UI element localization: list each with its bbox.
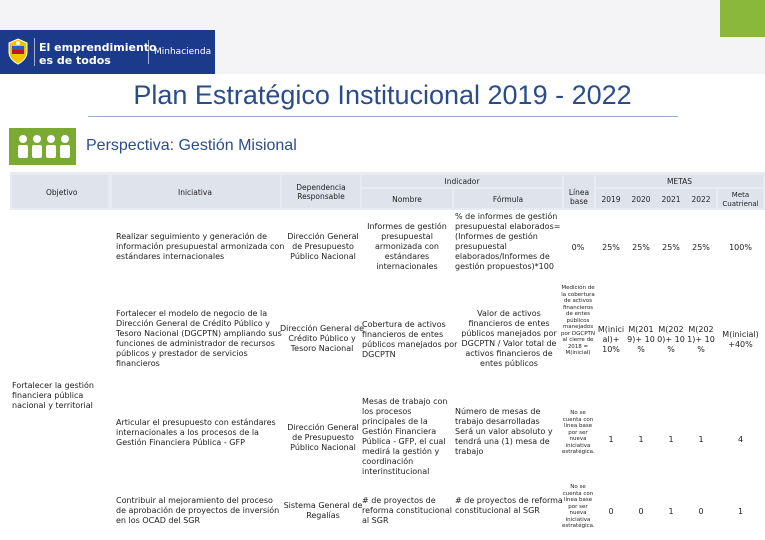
- brand-slogan-line1: El emprendimiento: [39, 41, 157, 54]
- row2-meta-2022: M(202 1)+ 10 %: [687, 325, 715, 354]
- header-objetivo: Objetivo: [46, 188, 78, 197]
- row2-meta-2020: M(201 9)+ 10 %: [627, 325, 655, 354]
- row1-iniciativa: Realizar seguimiento y generación de inf…: [116, 232, 285, 261]
- brand-slogan-line2: es de todos: [39, 54, 111, 67]
- perspective-title: Perspectiva: Gestión Misional: [86, 137, 297, 154]
- title-underline: [88, 116, 678, 117]
- header-indicador: Indicador: [444, 177, 480, 186]
- header-year-2020: 2020: [631, 195, 651, 204]
- row1-linea-base: 0%: [571, 243, 585, 252]
- header-year-2021: 2021: [661, 195, 681, 204]
- row4-formula: # de proyectos de reforma constitucional…: [455, 496, 563, 515]
- page-title: Plan Estratégico Institucional 2019 - 20…: [133, 80, 632, 110]
- row4-cuatrienal: 1: [737, 507, 744, 516]
- row3-cuatrienal: 4: [737, 435, 744, 444]
- row3-nombre: Mesas de trabajo con los procesos princi…: [362, 397, 448, 476]
- header-linea-base: Línea base: [568, 188, 590, 206]
- row1-meta-2019: 25%: [602, 243, 620, 252]
- header-nombre: Nombre: [392, 195, 422, 204]
- row4-nombre: # de proyectos de reforma constitucional…: [362, 496, 452, 525]
- row3-meta-2019: 1: [608, 435, 614, 444]
- row3-meta-2022: 1: [698, 435, 704, 444]
- row1-nombre: Informes de gestión presupuestal armoniz…: [367, 222, 447, 271]
- row2-iniciativa: Fortalecer el modelo de negocio de la Di…: [116, 309, 282, 368]
- row2-cuatrienal: M(inicial) +40%: [722, 330, 759, 349]
- row1-meta-2020: 25%: [632, 243, 650, 252]
- colombia-coat-of-arms-icon: [8, 38, 28, 65]
- brand-divider-2: [148, 40, 149, 64]
- row4-meta-2019: 0: [608, 507, 614, 516]
- header-iniciativa: Iniciativa: [178, 188, 212, 197]
- row4-meta-2021: 1: [668, 507, 674, 516]
- row4-meta-2020: 0: [638, 507, 644, 516]
- row3-formula: Número de mesas de trabajo desarrolladas…: [455, 407, 553, 456]
- row4-iniciativa: Contribuir al mejoramiento del proceso d…: [116, 496, 280, 525]
- row1-meta-2021: 25%: [662, 243, 680, 252]
- header-formula: Fórmula: [492, 195, 524, 204]
- row1-cuatrienal: 100%: [729, 243, 752, 252]
- row4-dependencia: Sistema General de Regalías: [283, 501, 363, 520]
- row2-meta-2021: M(202 0)+ 10 %: [657, 325, 685, 354]
- row2-linea-base: Medición de la cobertura de activos fina…: [561, 285, 595, 356]
- objetivo-cell: Fortalecer la gestión financiera pública…: [12, 381, 94, 410]
- row4-meta-2022: 0: [698, 507, 704, 516]
- header-dependencia: Dependencia Responsable: [296, 183, 346, 201]
- row3-linea-base: No se cuenta con línea base por ser nuev…: [562, 410, 595, 455]
- accent-square: [720, 0, 765, 37]
- people-group-icon: [18, 135, 70, 158]
- row1-dependencia: Dirección General de Presupuesto Público…: [287, 232, 359, 261]
- header-year-2019: 2019: [601, 195, 621, 204]
- row2-formula: Valor de activos financieros de entes pú…: [461, 309, 557, 368]
- header-meta-cuatrienal: Meta Cuatrienal: [722, 191, 759, 208]
- row1-formula: % de informes de gestión presupuestal el…: [455, 212, 561, 271]
- header-metas: METAS: [666, 177, 693, 186]
- row2-meta-2019: M(inici al)+ 10%: [597, 325, 625, 354]
- ministry-logo-text: Minhacienda: [154, 47, 212, 57]
- row3-meta-2021: 1: [668, 435, 674, 444]
- row3-iniciativa: Articular el presupuesto con estándares …: [116, 418, 276, 447]
- row4-linea-base: No se cuenta con línea base por ser nuev…: [562, 484, 595, 529]
- people-group-icon-box: [9, 128, 76, 165]
- row3-meta-2020: 1: [638, 435, 644, 444]
- row2-nombre: Cobertura de activos financieros de ente…: [362, 320, 458, 359]
- header-year-2022: 2022: [691, 195, 711, 204]
- row2-dependencia: Dirección General de Crédito Público y T…: [280, 324, 365, 353]
- brand-divider: [34, 38, 35, 66]
- row3-dependencia: Dirección General de Presupuesto Público…: [287, 423, 359, 452]
- row1-meta-2022: 25%: [692, 243, 710, 252]
